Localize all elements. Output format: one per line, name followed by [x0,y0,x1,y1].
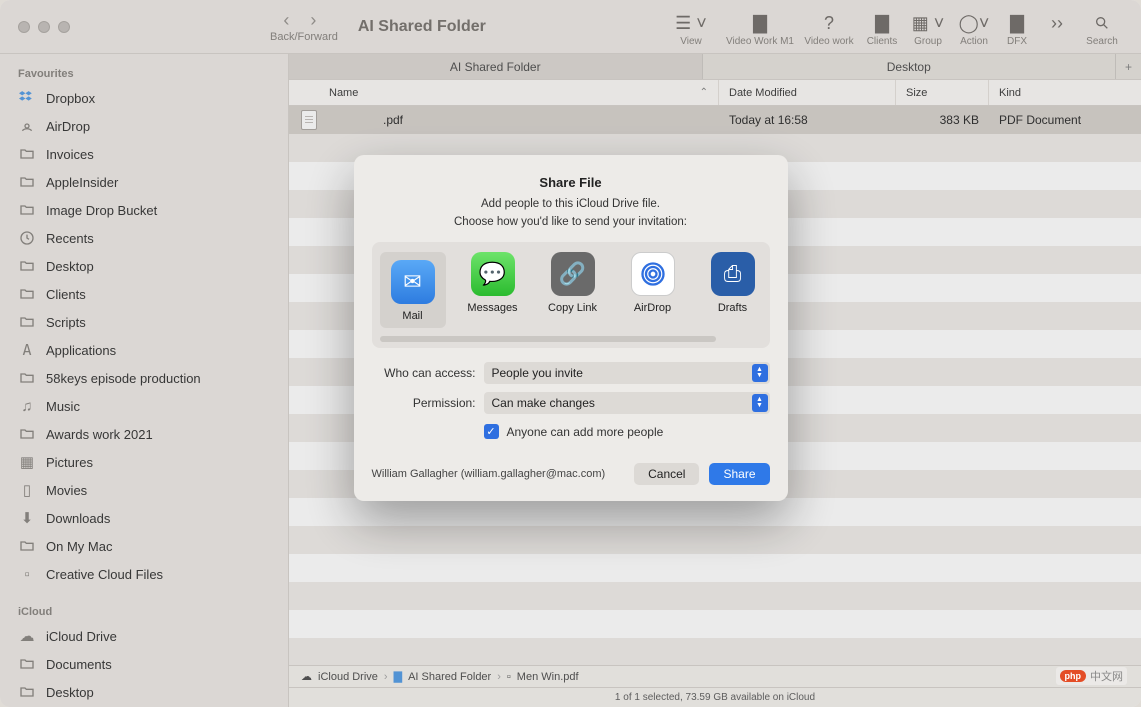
share-app-drafts[interactable]: ⎙Drafts [700,252,766,328]
sheet-user: William Gallagher (william.gallagher@mac… [372,468,625,480]
access-label: Who can access: [372,366,476,380]
sheet-subtitle-1: Add people to this iCloud Drive file. [372,198,770,210]
share-app-copylink[interactable]: 🔗Copy Link [540,252,606,328]
cancel-button[interactable]: Cancel [634,463,699,485]
messages-icon: 💬 [471,252,515,296]
modal-overlay: Share File Add people to this iCloud Dri… [0,0,1141,707]
airdrop-icon [631,252,675,296]
mail-icon: ✉ [391,260,435,304]
scrollbar[interactable] [380,336,716,342]
permission-label: Permission: [372,396,476,410]
checkbox-label: Anyone can add more people [507,425,664,439]
sheet-title: Share File [372,175,770,190]
share-sheet: Share File Add people to this iCloud Dri… [354,155,788,501]
share-app-messages[interactable]: 💬Messages [460,252,526,328]
select-arrows-icon: ▲▼ [752,364,768,382]
share-button[interactable]: Share [709,463,769,485]
select-arrows-icon: ▲▼ [752,394,768,412]
permission-select[interactable]: Can make changes▲▼ [484,392,770,414]
link-icon: 🔗 [551,252,595,296]
share-app-mail[interactable]: ✉Mail [380,252,446,328]
watermark: php中文网 [1056,667,1128,685]
anyone-add-checkbox[interactable]: ✓ [484,424,499,439]
access-select[interactable]: People you invite▲▼ [484,362,770,384]
drafts-icon: ⎙ [711,252,755,296]
share-app-airdrop[interactable]: AirDrop [620,252,686,328]
sheet-subtitle-2: Choose how you'd like to send your invit… [372,216,770,228]
share-app-scroller: ✉Mail 💬Messages 🔗Copy Link AirDrop ⎙Draf… [372,242,770,348]
